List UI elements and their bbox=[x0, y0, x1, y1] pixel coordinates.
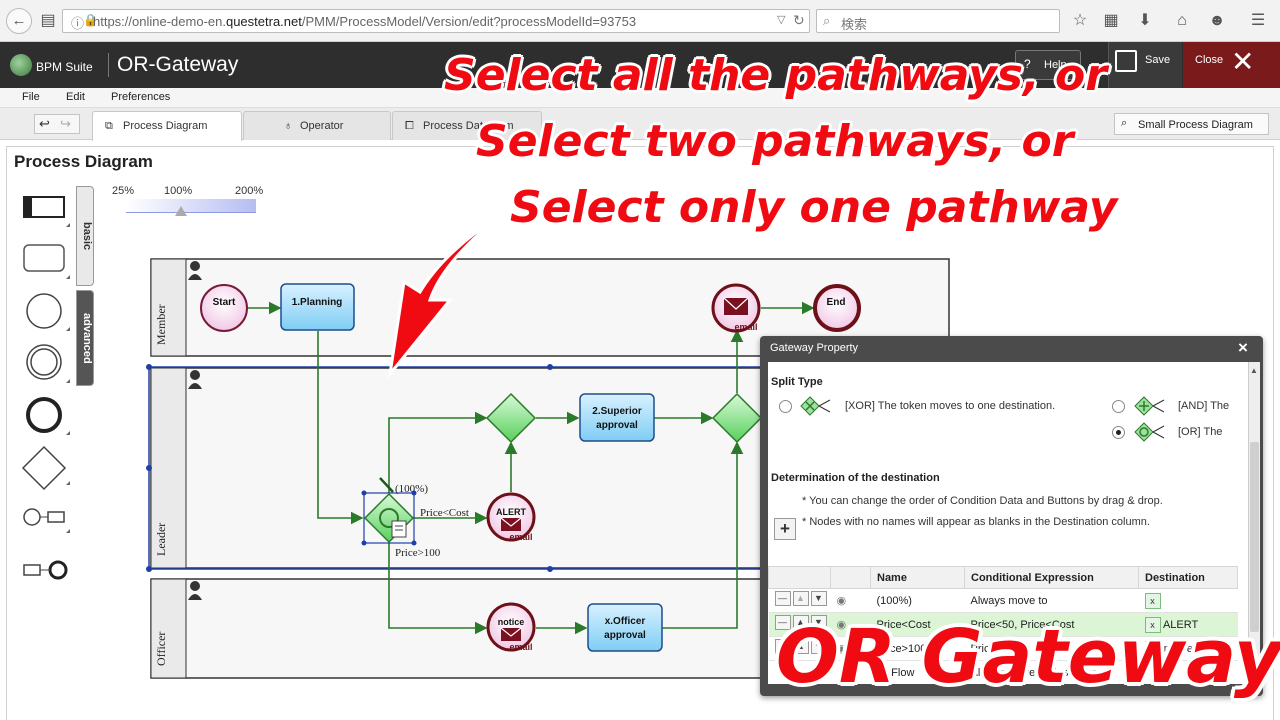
email-event-top[interactable]: email bbox=[711, 283, 761, 333]
lane-label-officer: Officer bbox=[154, 632, 168, 666]
row-condition: Always move to bbox=[964, 588, 1139, 613]
radio-xor[interactable] bbox=[779, 400, 792, 413]
annotation-line-3: Select only one pathway bbox=[510, 182, 1118, 233]
table-row[interactable]: — ▲ ▼ ◉ (100%) Always move to x bbox=[768, 588, 1238, 613]
email-event-alert[interactable]: ALERT email bbox=[486, 492, 536, 542]
move-up-icon[interactable]: ▲ bbox=[792, 591, 809, 606]
annotation-line-1: Select all the pathways, or bbox=[444, 50, 1107, 101]
row-controls: — ▲ ▼ bbox=[774, 591, 829, 607]
xor-label: [XOR] The token moves to one destination… bbox=[845, 400, 1056, 412]
alert-label: ALERT bbox=[496, 507, 526, 517]
edge-label-cost: Price<Cost bbox=[420, 507, 469, 519]
edge-label-all: (100%) bbox=[395, 483, 428, 495]
radio-or[interactable] bbox=[1112, 426, 1125, 439]
xor-gateway-icon bbox=[800, 396, 831, 416]
radio-and[interactable] bbox=[1112, 400, 1125, 413]
scroll-thumb[interactable] bbox=[1250, 442, 1259, 632]
scroll-up-icon[interactable]: ▲ bbox=[1250, 366, 1259, 376]
or-label: [OR] The bbox=[1178, 426, 1223, 438]
officer-label-2: approval bbox=[604, 630, 646, 641]
task-officer-approval[interactable]: x.Officer approval bbox=[587, 603, 663, 652]
planning-label: 1.Planning bbox=[292, 297, 343, 308]
superior-label-2: approval bbox=[596, 420, 638, 431]
or-gateway-icon bbox=[1134, 422, 1165, 442]
add-condition-button[interactable]: + bbox=[774, 518, 796, 540]
start-event[interactable]: Start bbox=[200, 284, 248, 332]
move-down-icon[interactable]: ▼ bbox=[810, 591, 827, 606]
email-event-notice[interactable]: notice email bbox=[486, 602, 536, 652]
task-superior-approval[interactable]: 2.Superior approval bbox=[579, 393, 655, 442]
and-label: [AND] The bbox=[1178, 400, 1230, 412]
lane-label-member: Member bbox=[154, 304, 168, 345]
edge-label-hundred: Price>100 bbox=[395, 547, 441, 559]
or-gateway-badge: OR Gateway bbox=[776, 614, 1280, 700]
superior-label-1: 2.Superior bbox=[592, 406, 642, 417]
expression-icon[interactable]: x bbox=[1144, 592, 1161, 609]
destination-title: Determination of the destination bbox=[771, 472, 940, 484]
end-label: End bbox=[827, 297, 846, 308]
note-drag-drop: * You can change the order of Condition … bbox=[802, 495, 1163, 507]
dialog-title: Gateway Property bbox=[770, 342, 859, 354]
end-event[interactable]: End bbox=[813, 284, 861, 332]
screen: ← ▤ ⓘ 🔒 https://online-demo-en.questetra… bbox=[0, 0, 1280, 720]
column-conditional-expression: Conditional Expression bbox=[964, 566, 1139, 589]
eye-icon[interactable]: ◉ bbox=[837, 595, 847, 607]
start-label: Start bbox=[213, 297, 236, 308]
officer-label-1: x.Officer bbox=[605, 616, 646, 627]
dialog-close-icon[interactable]: × bbox=[1238, 338, 1248, 358]
column-name: Name bbox=[870, 566, 965, 589]
task-planning[interactable]: 1.Planning bbox=[280, 283, 355, 331]
row-name: (100%) bbox=[870, 588, 965, 613]
notice-label: notice bbox=[498, 617, 525, 627]
lane-label-leader: Leader bbox=[154, 523, 168, 556]
column-destination: Destination bbox=[1138, 566, 1238, 589]
remove-icon[interactable]: — bbox=[774, 591, 791, 606]
note-blank-names: * Nodes with no names will appear as bla… bbox=[802, 516, 1150, 528]
and-gateway-icon bbox=[1134, 396, 1165, 416]
email-label: email bbox=[509, 642, 532, 652]
email-label: email bbox=[734, 322, 757, 332]
split-type-title: Split Type bbox=[771, 376, 823, 388]
annotation-line-2: Select two pathways, or bbox=[476, 116, 1074, 167]
email-label: email bbox=[509, 532, 532, 542]
